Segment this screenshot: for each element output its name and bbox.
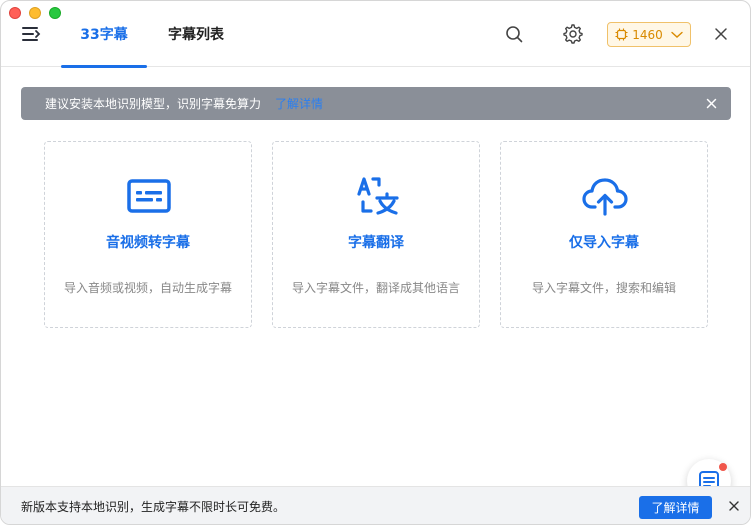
- banner-text: 建议安装本地识别模型，识别字幕免算力: [45, 97, 262, 111]
- header: 33字幕 字幕列表 1460: [1, 1, 750, 68]
- subtitle-icon: [127, 179, 171, 213]
- tab-subtitle-list[interactable]: 字幕列表: [153, 1, 239, 67]
- gear-icon[interactable]: [562, 23, 584, 45]
- search-icon[interactable]: [503, 23, 525, 45]
- card-subtitle-translation[interactable]: 字幕翻译 导入字幕文件，翻译成其他语言: [272, 141, 480, 328]
- card-audio-video-to-subtitle[interactable]: 音视频转字幕 导入音频或视频，自动生成字幕: [44, 141, 252, 328]
- notification-dot: [719, 463, 727, 471]
- credits-badge[interactable]: 1460: [607, 22, 691, 47]
- tab-label: 字幕列表: [168, 27, 224, 43]
- card-import-subtitles-only[interactable]: 仅导入字幕 导入字幕文件，搜索和编辑: [500, 141, 708, 328]
- tab-label: 33字幕: [80, 27, 128, 43]
- card-title: 音视频转字幕: [106, 235, 190, 251]
- chevron-down-icon: [671, 31, 683, 38]
- notice-banner: 建议安装本地识别模型，识别字幕免算力 了解详情: [21, 87, 731, 120]
- menu-icon[interactable]: [21, 25, 41, 43]
- card-title: 仅导入字幕: [569, 235, 639, 251]
- cloud-upload-icon: [582, 178, 628, 216]
- chip-icon: [615, 28, 628, 41]
- tab-33-subtitles[interactable]: 33字幕: [61, 1, 147, 68]
- credits-value: 1460: [632, 27, 663, 42]
- card-description: 导入字幕文件，搜索和编辑: [531, 281, 676, 295]
- bottom-notice-text: 新版本支持本地识别，生成字幕不限时长可免费。: [21, 500, 286, 514]
- translate-icon: [357, 177, 399, 215]
- close-icon[interactable]: [710, 23, 732, 45]
- banner-close-icon[interactable]: [706, 98, 717, 109]
- bottom-learn-more-button[interactable]: 了解详情: [639, 496, 712, 519]
- card-description: 导入音频或视频，自动生成字幕: [63, 281, 232, 295]
- bottom-close-icon[interactable]: [729, 501, 739, 511]
- bottom-notification-bar: 新版本支持本地识别，生成字幕不限时长可免费。 了解详情: [1, 486, 750, 524]
- card-title: 字幕翻译: [348, 235, 404, 251]
- banner-learn-more-link[interactable]: 了解详情: [275, 95, 323, 112]
- card-description: 导入字幕文件，翻译成其他语言: [291, 281, 460, 295]
- app-window: 33字幕 字幕列表 1460 建议安装本地识别模型，识别字幕免算力 了解详情 音…: [0, 0, 751, 525]
